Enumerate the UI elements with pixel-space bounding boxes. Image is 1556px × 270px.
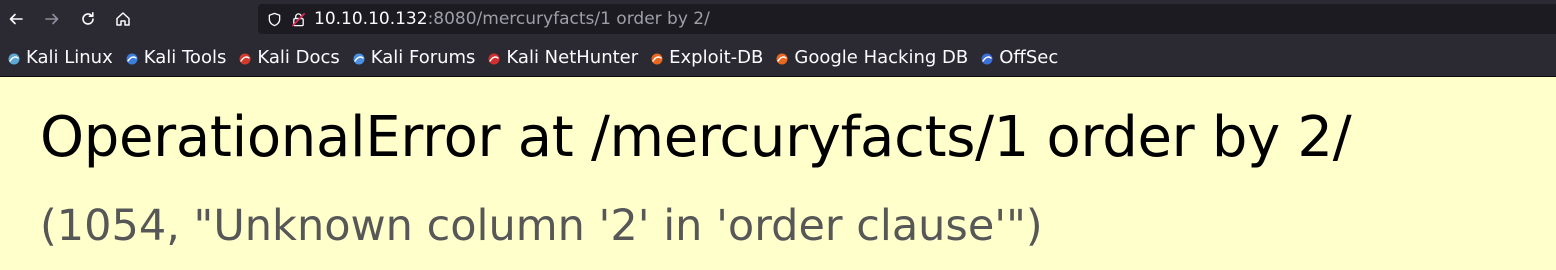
bookmarks-list: Kali Linux Kali Tools Kali Docs Kali Forums… xyxy=(2,43,1061,71)
bookmark-label: Kali Docs xyxy=(257,46,340,68)
url-text[interactable]: 10.10.10.132:8080/mercuryfacts/1 order b… xyxy=(314,9,710,29)
bookmark-kali-dragon[interactable]: Kali Linux xyxy=(4,43,116,71)
offsec-icon xyxy=(980,50,994,65)
kali-docs-icon xyxy=(238,50,252,65)
exploit-db-icon xyxy=(650,50,664,65)
arrow-right-icon xyxy=(45,13,59,25)
bookmark-label: Kali Tools xyxy=(143,46,227,68)
bookmark-label: Exploit-DB xyxy=(669,46,764,68)
reload-icon xyxy=(82,12,94,25)
bookmark-ghdb[interactable]: Google Hacking DB xyxy=(772,43,971,71)
browser-toolbar: 10.10.10.132:8080/mercuryfacts/1 order b… xyxy=(0,0,1556,38)
bookmark-nethunter[interactable]: Kali NetHunter xyxy=(484,43,641,71)
nethunter-icon xyxy=(487,50,501,65)
bookmarks-toolbar: Kali Linux Kali Tools Kali Docs Kali Forums… xyxy=(0,38,1556,77)
bookmark-kali-tools[interactable]: Kali Tools xyxy=(122,43,230,71)
url-host: 10.10.10.132 xyxy=(314,9,428,29)
bookmark-kali-docs[interactable]: Kali Docs xyxy=(235,43,342,71)
arrow-left-icon xyxy=(9,13,23,25)
home-button[interactable] xyxy=(109,5,137,33)
kali-forums-icon xyxy=(352,50,366,65)
bookmark-label: Google Hacking DB xyxy=(794,46,969,68)
ghdb-icon xyxy=(775,50,789,65)
kali-dragon-icon xyxy=(7,50,21,65)
bookmark-offsec[interactable]: OffSec xyxy=(977,43,1061,71)
url-bar[interactable]: 10.10.10.132:8080/mercuryfacts/1 order b… xyxy=(258,4,1556,34)
insecure-lock-icon[interactable] xyxy=(288,9,308,29)
shield-icon[interactable] xyxy=(264,9,284,29)
bookmark-label: Kali NetHunter xyxy=(506,46,639,68)
bookmark-label: Kali Forums xyxy=(370,46,476,68)
error-page: OperationalError at /mercuryfacts/1 orde… xyxy=(0,77,1556,270)
bookmark-exploit-db[interactable]: Exploit-DB xyxy=(647,43,766,71)
kali-tools-icon xyxy=(125,50,139,65)
url-path: :8080/mercuryfacts/1 order by 2/ xyxy=(427,9,710,29)
forward-button[interactable] xyxy=(38,5,66,33)
back-button[interactable] xyxy=(2,5,30,33)
bookmark-kali-forums[interactable]: Kali Forums xyxy=(349,43,479,71)
error-detail: (1054, "Unknown column '2' in 'order cla… xyxy=(40,201,1043,251)
reload-button[interactable] xyxy=(74,5,102,33)
home-icon xyxy=(116,12,130,26)
error-title: OperationalError at /mercuryfacts/1 orde… xyxy=(40,105,1352,170)
bookmark-label: OffSec xyxy=(999,46,1059,68)
bookmark-label: Kali Linux xyxy=(26,46,113,68)
